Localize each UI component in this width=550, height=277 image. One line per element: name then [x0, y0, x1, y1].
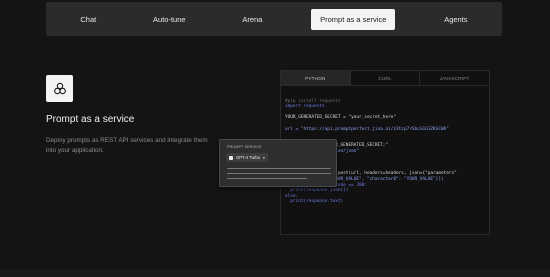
tab-curl[interactable]: CURL: [351, 71, 421, 85]
code-tabs: PYTHON CURL JAVASCRIPT: [281, 71, 489, 86]
tab-javascript[interactable]: JAVASCRIPT: [420, 71, 489, 85]
placeholder-line: [227, 168, 331, 170]
feature-description: Deploy prompts as REST API services and …: [46, 137, 208, 154]
chevron-down-icon: ▾: [262, 155, 265, 160]
tab-agents[interactable]: Agents: [436, 9, 475, 30]
tab-prompt-as-a-service[interactable]: Prompt as a service: [311, 8, 396, 30]
code-line: else:: [285, 193, 299, 199]
prompt-service-label: PROMPT SERVICE: [227, 145, 262, 149]
bottom-strip: [0, 270, 550, 277]
feature-title: Prompt as a service: [46, 114, 135, 125]
code-line: print(response.json()): [285, 188, 349, 194]
placeholder-line: [227, 173, 331, 175]
code-line: YOUR_GENERATED_SECRET = "your_secret_her…: [285, 115, 397, 121]
code-line: print(response.text): [285, 199, 344, 205]
tab-arena[interactable]: Arena: [234, 9, 270, 30]
model-select[interactable]: GPT-4 Turbo ▾: [226, 153, 268, 162]
placeholder-line: [227, 178, 307, 180]
openai-knot-icon: [53, 82, 66, 94]
prompt-service-card: PROMPT SERVICE GPT-4 Turbo ▾: [219, 139, 337, 187]
model-select-value: GPT-4 Turbo: [236, 155, 260, 160]
code-line: url = "https://api.promptperfect.jina.ai…: [285, 126, 449, 132]
logo-tile: [46, 75, 73, 102]
model-icon: [229, 155, 233, 160]
tab-python[interactable]: PYTHON: [281, 71, 351, 85]
tab-chat[interactable]: Chat: [72, 9, 104, 30]
top-nav: Chat Auto-tune Arena Prompt as a service…: [46, 2, 502, 36]
code-line: #pip install requests: [285, 98, 341, 104]
tab-auto-tune[interactable]: Auto-tune: [145, 9, 194, 30]
code-line: import requests: [285, 104, 325, 110]
